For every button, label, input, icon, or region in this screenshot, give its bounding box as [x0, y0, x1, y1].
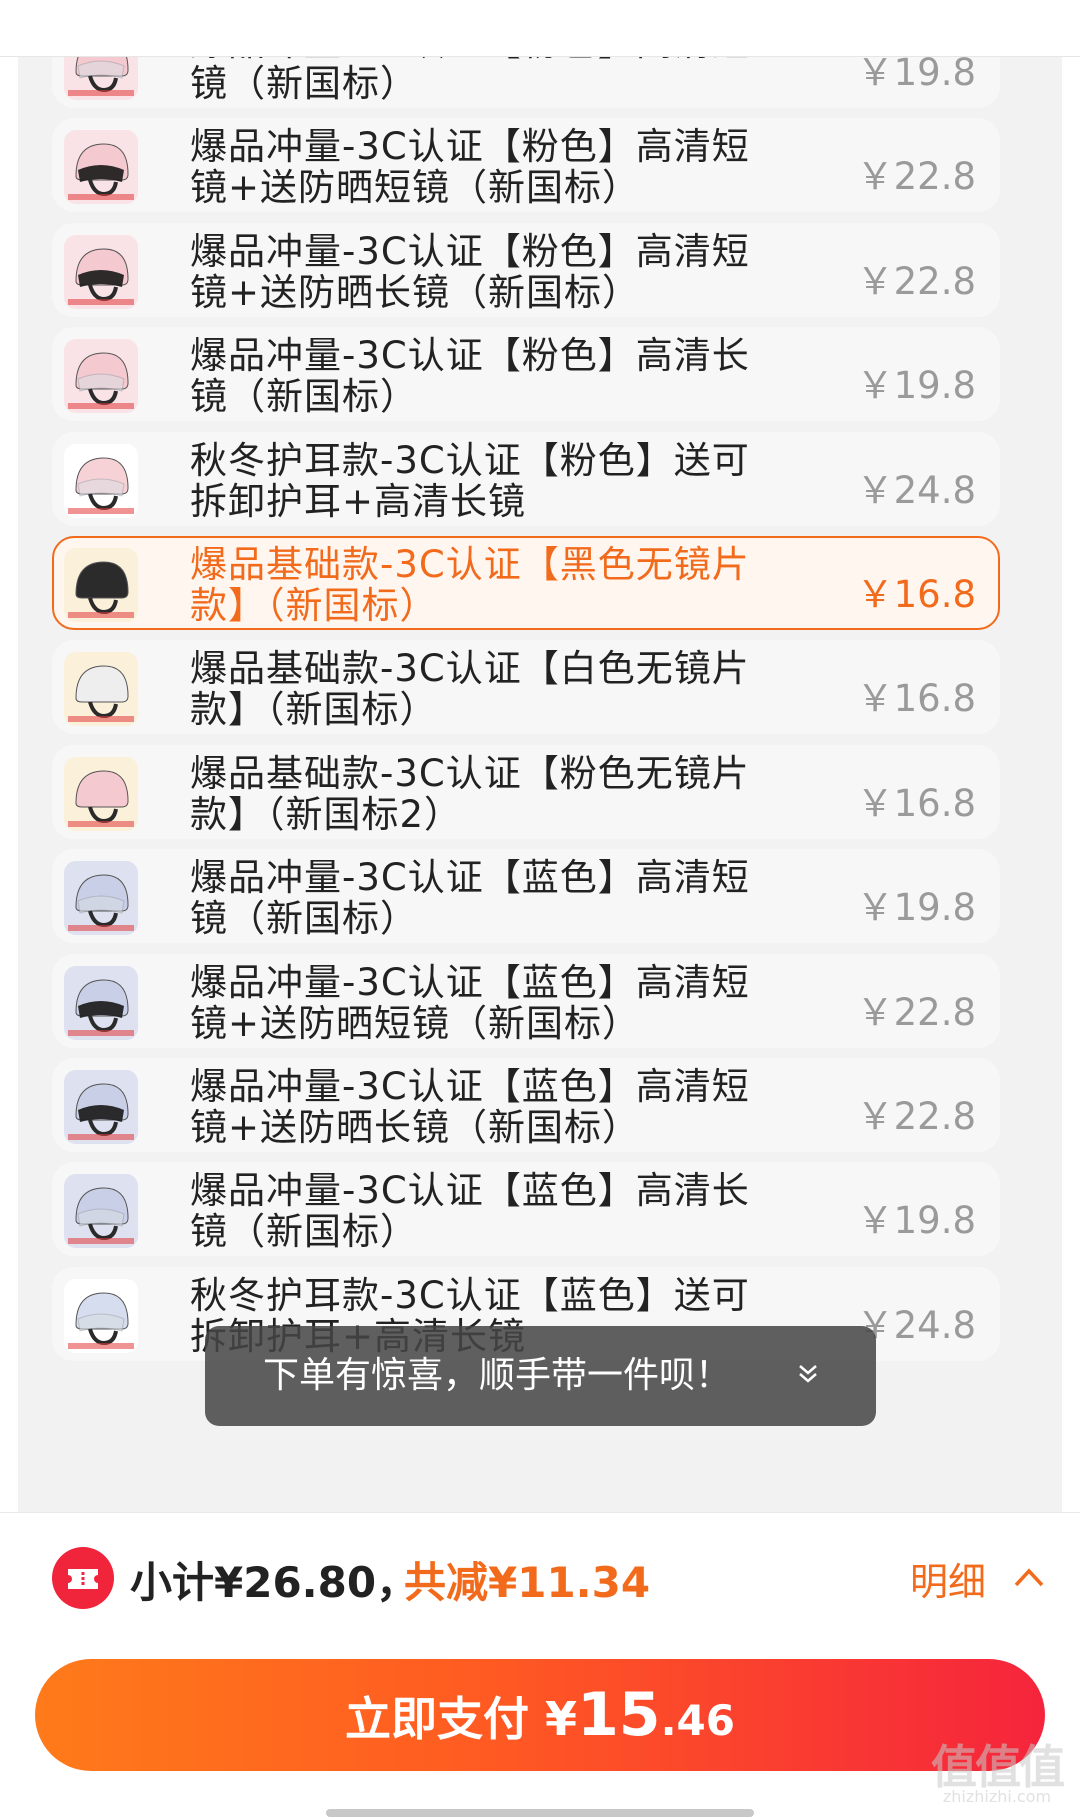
helmet-icon: [68, 979, 134, 1036]
pay-label: 立即支付 ¥: [345, 1692, 578, 1746]
sku-name: 秋冬护耳款-3C认证【粉色】送可 拆卸护耳+高清长镜: [190, 439, 750, 523]
promo-toast[interactable]: 下单有惊喜，顺手带一件呗！: [205, 1326, 876, 1426]
product-thumbnail: [64, 1174, 138, 1249]
sku-name: 爆品冲量-3C认证【粉色】高清短 镜+送防晒长镜（新国标）: [190, 230, 750, 314]
product-thumbnail: [64, 1070, 138, 1144]
product-thumbnail: [64, 56, 138, 100]
chevron-up-icon[interactable]: [1012, 1565, 1046, 1589]
sku-price: ￥19.8: [856, 1199, 976, 1243]
sku-price: ￥16.8: [856, 573, 976, 616]
sku-name: 爆品基础款-3C认证【白色无镜片 款】（新国标）: [190, 648, 750, 732]
sku-option[interactable]: 爆品基础款-3C认证【粉色无镜片 款】（新国标2） ￥16.8: [52, 744, 1000, 839]
sku-price: ￥22.8: [856, 1095, 976, 1138]
helmet-icon: [68, 248, 134, 305]
sku-option[interactable]: 爆品冲量-3C认证【粉色】高清短 镜+送防晒长镜（新国标） ￥22.8: [52, 222, 1000, 317]
helmet-icon: [68, 56, 134, 96]
sku-price: ￥19.8: [856, 364, 976, 408]
sku-option[interactable]: 爆品冲量-3C认证【蓝色】高清短 镜+送防晒长镜（新国标） ￥22.8: [52, 1058, 1000, 1152]
sku-option[interactable]: 爆品基础款-3C认证【黑色无镜片 款】（新国标） ￥16.8: [52, 536, 1000, 630]
pay-amount-integer: 15: [577, 1680, 661, 1750]
sku-option[interactable]: 爆品冲量-3C认证【粉色】高清长 镜（新国标） ￥19.8: [52, 327, 1000, 422]
sku-price: ￥22.8: [856, 259, 976, 303]
home-indicator[interactable]: [326, 1809, 754, 1817]
product-thumbnail: [64, 443, 138, 518]
product-thumbnail: [64, 652, 138, 727]
sku-name: 爆品冲量-3C认证【蓝色】高清短 镜+送防晒长镜（新国标）: [190, 1066, 750, 1149]
sku-option[interactable]: 爆品基础款-3C认证【白色无镜片 款】（新国标） ￥16.8: [52, 640, 1000, 735]
checkout-footer: 小计¥26.80， 共减¥11.34 明细 立即支付 ¥15.46: [0, 1512, 1080, 1818]
watermark-subtext: zhizhizhi.com: [942, 1787, 1052, 1806]
sku-option[interactable]: 爆品冲量-3C认证【蓝色】高清短 镜+送防晒短镜（新国标） ￥22.8: [52, 953, 1000, 1048]
helmet-icon: [68, 1187, 134, 1245]
sku-name: 爆品基础款-3C认证【黑色无镜片 款】（新国标）: [190, 544, 750, 627]
discount-text: 共减¥11.34: [404, 1558, 651, 1607]
helmet-icon: [68, 665, 134, 723]
sku-price: ￥19.8: [856, 56, 976, 94]
sku-price: ￥24.8: [856, 468, 976, 512]
helmet-icon: [68, 770, 134, 827]
product-thumbnail: [64, 756, 138, 831]
helmet-icon: [68, 874, 134, 932]
sku-option[interactable]: 爆品冲量-3C认证【粉色】高清短 镜+送防晒短镜（新国标） ￥22.8: [52, 118, 1000, 213]
pay-amount-decimal: .46: [660, 1696, 735, 1745]
helmet-icon: [68, 1292, 134, 1349]
sku-list-panel[interactable]: 爆品冲量-3C认证【粉色】高清短 镜（新国标）￥19.8爆品冲量-3C认证【粉色…: [18, 56, 1062, 1512]
chevron-double-down-icon[interactable]: [794, 1360, 822, 1388]
sku-price: ￥16.8: [856, 677, 976, 721]
helmet-icon: [68, 143, 134, 201]
sku-name: 爆品冲量-3C认证【蓝色】高清短 镜+送防晒短镜（新国标）: [190, 961, 750, 1045]
product-thumbnail: [64, 339, 138, 414]
helmet-icon: [68, 352, 134, 410]
subtotal-text: 小计¥26.80，: [130, 1558, 419, 1607]
watermark-logo: 值值值 zhizhizhi.com: [922, 1731, 1072, 1811]
sku-option[interactable]: 爆品冲量-3C认证【粉色】高清短 镜（新国标） ￥19.8: [52, 56, 1000, 108]
top-bar: [0, 0, 1080, 57]
product-thumbnail: [64, 861, 138, 936]
helmet-icon: [68, 457, 134, 514]
sku-name: 爆品冲量-3C认证【粉色】高清长 镜（新国标）: [190, 335, 750, 419]
sku-price: ￥22.8: [856, 155, 976, 199]
sku-name: 爆品冲量-3C认证【粉色】高清短 镜（新国标）: [190, 56, 749, 105]
helmet-icon: [68, 561, 134, 618]
sku-name: 爆品冲量-3C认证【蓝色】高清长 镜（新国标）: [190, 1170, 750, 1254]
sku-name: 爆品基础款-3C认证【粉色无镜片 款】（新国标2）: [190, 752, 750, 836]
product-thumbnail: [64, 965, 138, 1040]
product-thumbnail: [64, 130, 138, 205]
pay-now-button[interactable]: 立即支付 ¥15.46: [35, 1659, 1045, 1771]
helmet-icon: [68, 1083, 134, 1140]
sku-price: ￥22.8: [856, 990, 976, 1034]
product-thumbnail: [64, 548, 138, 622]
sku-option[interactable]: 秋冬护耳款-3C认证【粉色】送可 拆卸护耳+高清长镜 ￥24.8: [52, 431, 1000, 526]
sku-name: 爆品冲量-3C认证【蓝色】高清短 镜（新国标）: [190, 857, 750, 941]
product-thumbnail: [64, 234, 138, 309]
sku-price: ￥16.8: [856, 781, 976, 825]
coupon-icon: [52, 1547, 114, 1609]
product-thumbnail: [64, 1278, 138, 1353]
detail-link[interactable]: 明细: [910, 1551, 986, 1606]
toast-text: 下单有惊喜，顺手带一件呗！: [263, 1355, 732, 1396]
sku-name: 爆品冲量-3C认证【粉色】高清短 镜+送防晒短镜（新国标）: [190, 126, 750, 210]
sku-option[interactable]: 爆品冲量-3C认证【蓝色】高清短 镜（新国标） ￥19.8: [52, 849, 1000, 944]
sku-price: ￥19.8: [856, 886, 976, 930]
sku-option[interactable]: 爆品冲量-3C认证【蓝色】高清长 镜（新国标） ￥19.8: [52, 1162, 1000, 1257]
